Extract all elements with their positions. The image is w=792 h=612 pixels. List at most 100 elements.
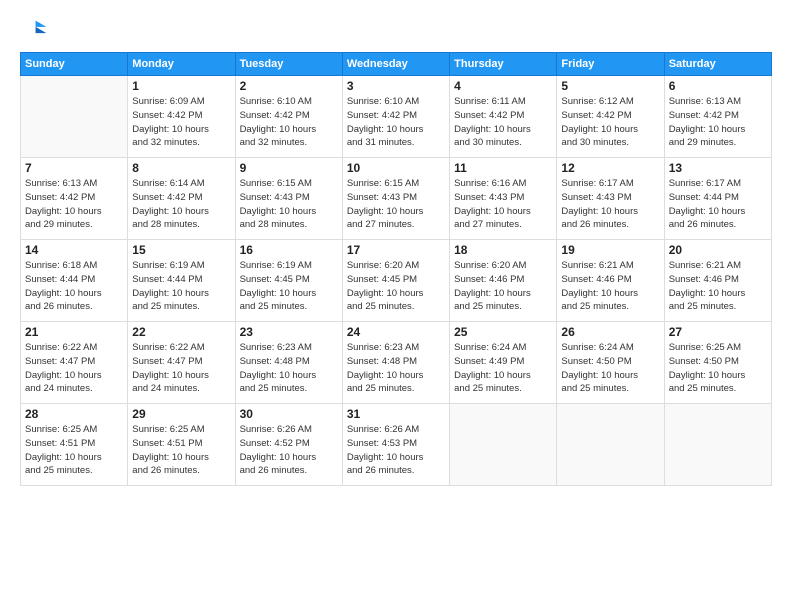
day-info: Sunrise: 6:15 AMSunset: 4:43 PMDaylight:… bbox=[240, 177, 338, 232]
day-number: 13 bbox=[669, 161, 767, 175]
day-info: Sunrise: 6:22 AMSunset: 4:47 PMDaylight:… bbox=[132, 341, 230, 396]
day-number: 5 bbox=[561, 79, 659, 93]
week-row-4: 21 Sunrise: 6:22 AMSunset: 4:47 PMDayligh… bbox=[21, 322, 772, 404]
calendar-cell bbox=[21, 76, 128, 158]
day-info: Sunrise: 6:23 AMSunset: 4:48 PMDaylight:… bbox=[347, 341, 445, 396]
day-number: 12 bbox=[561, 161, 659, 175]
day-info: Sunrise: 6:12 AMSunset: 4:42 PMDaylight:… bbox=[561, 95, 659, 150]
day-info: Sunrise: 6:23 AMSunset: 4:48 PMDaylight:… bbox=[240, 341, 338, 396]
day-info: Sunrise: 6:16 AMSunset: 4:43 PMDaylight:… bbox=[454, 177, 552, 232]
day-number: 10 bbox=[347, 161, 445, 175]
day-number: 19 bbox=[561, 243, 659, 257]
day-info: Sunrise: 6:14 AMSunset: 4:42 PMDaylight:… bbox=[132, 177, 230, 232]
day-info: Sunrise: 6:10 AMSunset: 4:42 PMDaylight:… bbox=[240, 95, 338, 150]
weekday-header-wednesday: Wednesday bbox=[342, 53, 449, 76]
calendar-cell: 14Sunrise: 6:18 AMSunset: 4:44 PMDayligh… bbox=[21, 240, 128, 322]
calendar-cell: 27Sunrise: 6:25 AMSunset: 4:50 PMDayligh… bbox=[664, 322, 771, 404]
week-row-1: 1 Sunrise: 6:09 AMSunset: 4:42 PMDaylight… bbox=[21, 76, 772, 158]
day-number: 9 bbox=[240, 161, 338, 175]
day-info: Sunrise: 6:13 AMSunset: 4:42 PMDaylight:… bbox=[669, 95, 767, 150]
day-number: 24 bbox=[347, 325, 445, 339]
weekday-header-saturday: Saturday bbox=[664, 53, 771, 76]
day-info: Sunrise: 6:19 AMSunset: 4:44 PMDaylight:… bbox=[132, 259, 230, 314]
page: SundayMondayTuesdayWednesdayThursdayFrid… bbox=[0, 0, 792, 612]
day-info: Sunrise: 6:22 AMSunset: 4:47 PMDaylight:… bbox=[25, 341, 123, 396]
day-number: 29 bbox=[132, 407, 230, 421]
weekday-header-row: SundayMondayTuesdayWednesdayThursdayFrid… bbox=[21, 53, 772, 76]
calendar-cell: 22Sunrise: 6:22 AMSunset: 4:47 PMDayligh… bbox=[128, 322, 235, 404]
calendar-cell: 1 Sunrise: 6:09 AMSunset: 4:42 PMDaylight… bbox=[128, 76, 235, 158]
calendar-cell: 20Sunrise: 6:21 AMSunset: 4:46 PMDayligh… bbox=[664, 240, 771, 322]
day-info: Sunrise: 6:21 AMSunset: 4:46 PMDaylight:… bbox=[561, 259, 659, 314]
day-info: Sunrise: 6:20 AMSunset: 4:45 PMDaylight:… bbox=[347, 259, 445, 314]
day-info: Sunrise: 6:26 AMSunset: 4:53 PMDaylight:… bbox=[347, 423, 445, 478]
calendar-cell: 24 Sunrise: 6:23 AMSunset: 4:48 PMDayligh… bbox=[342, 322, 449, 404]
weekday-header-thursday: Thursday bbox=[450, 53, 557, 76]
calendar-cell: 4 Sunrise: 6:11 AMSunset: 4:42 PMDaylight… bbox=[450, 76, 557, 158]
calendar-cell: 31 Sunrise: 6:26 AMSunset: 4:53 PMDayligh… bbox=[342, 404, 449, 486]
day-info: Sunrise: 6:11 AMSunset: 4:42 PMDaylight:… bbox=[454, 95, 552, 150]
day-info: Sunrise: 6:10 AMSunset: 4:42 PMDaylight:… bbox=[347, 95, 445, 150]
calendar-cell bbox=[450, 404, 557, 486]
calendar-cell: 21 Sunrise: 6:22 AMSunset: 4:47 PMDayligh… bbox=[21, 322, 128, 404]
day-number: 18 bbox=[454, 243, 552, 257]
calendar-cell: 29 Sunrise: 6:25 AMSunset: 4:51 PMDayligh… bbox=[128, 404, 235, 486]
day-info: Sunrise: 6:17 AMSunset: 4:44 PMDaylight:… bbox=[669, 177, 767, 232]
day-number: 15 bbox=[132, 243, 230, 257]
week-row-2: 7 Sunrise: 6:13 AMSunset: 4:42 PMDaylight… bbox=[21, 158, 772, 240]
day-number: 2 bbox=[240, 79, 338, 93]
calendar-cell: 26 Sunrise: 6:24 AMSunset: 4:50 PMDayligh… bbox=[557, 322, 664, 404]
day-info: Sunrise: 6:09 AMSunset: 4:42 PMDaylight:… bbox=[132, 95, 230, 150]
calendar-cell: 30 Sunrise: 6:26 AMSunset: 4:52 PMDayligh… bbox=[235, 404, 342, 486]
calendar-cell: 16 Sunrise: 6:19 AMSunset: 4:45 PMDayligh… bbox=[235, 240, 342, 322]
day-number: 30 bbox=[240, 407, 338, 421]
day-info: Sunrise: 6:25 AMSunset: 4:51 PMDaylight:… bbox=[25, 423, 123, 478]
day-number: 17 bbox=[347, 243, 445, 257]
day-number: 27 bbox=[669, 325, 767, 339]
weekday-header-tuesday: Tuesday bbox=[235, 53, 342, 76]
calendar-cell: 18Sunrise: 6:20 AMSunset: 4:46 PMDayligh… bbox=[450, 240, 557, 322]
calendar-cell: 9 Sunrise: 6:15 AMSunset: 4:43 PMDaylight… bbox=[235, 158, 342, 240]
day-number: 31 bbox=[347, 407, 445, 421]
day-number: 21 bbox=[25, 325, 123, 339]
calendar-cell: 17 Sunrise: 6:20 AMSunset: 4:45 PMDayligh… bbox=[342, 240, 449, 322]
weekday-header-friday: Friday bbox=[557, 53, 664, 76]
day-info: Sunrise: 6:24 AMSunset: 4:49 PMDaylight:… bbox=[454, 341, 552, 396]
logo bbox=[20, 16, 52, 44]
day-number: 25 bbox=[454, 325, 552, 339]
day-number: 4 bbox=[454, 79, 552, 93]
calendar-cell bbox=[557, 404, 664, 486]
day-number: 23 bbox=[240, 325, 338, 339]
week-row-5: 28 Sunrise: 6:25 AMSunset: 4:51 PMDayligh… bbox=[21, 404, 772, 486]
weekday-header-sunday: Sunday bbox=[21, 53, 128, 76]
day-info: Sunrise: 6:25 AMSunset: 4:51 PMDaylight:… bbox=[132, 423, 230, 478]
day-info: Sunrise: 6:19 AMSunset: 4:45 PMDaylight:… bbox=[240, 259, 338, 314]
calendar-cell: 6 Sunrise: 6:13 AMSunset: 4:42 PMDaylight… bbox=[664, 76, 771, 158]
week-row-3: 14Sunrise: 6:18 AMSunset: 4:44 PMDayligh… bbox=[21, 240, 772, 322]
day-number: 28 bbox=[25, 407, 123, 421]
calendar-cell: 2 Sunrise: 6:10 AMSunset: 4:42 PMDaylight… bbox=[235, 76, 342, 158]
day-number: 16 bbox=[240, 243, 338, 257]
day-number: 6 bbox=[669, 79, 767, 93]
weekday-header-monday: Monday bbox=[128, 53, 235, 76]
calendar-cell: 13 Sunrise: 6:17 AMSunset: 4:44 PMDayligh… bbox=[664, 158, 771, 240]
calendar-cell: 3Sunrise: 6:10 AMSunset: 4:42 PMDaylight… bbox=[342, 76, 449, 158]
calendar: SundayMondayTuesdayWednesdayThursdayFrid… bbox=[20, 52, 772, 486]
day-number: 7 bbox=[25, 161, 123, 175]
day-info: Sunrise: 6:18 AMSunset: 4:44 PMDaylight:… bbox=[25, 259, 123, 314]
calendar-cell: 11Sunrise: 6:16 AMSunset: 4:43 PMDayligh… bbox=[450, 158, 557, 240]
calendar-cell: 12Sunrise: 6:17 AMSunset: 4:43 PMDayligh… bbox=[557, 158, 664, 240]
calendar-cell: 7 Sunrise: 6:13 AMSunset: 4:42 PMDaylight… bbox=[21, 158, 128, 240]
calendar-cell: 15 Sunrise: 6:19 AMSunset: 4:44 PMDayligh… bbox=[128, 240, 235, 322]
day-number: 26 bbox=[561, 325, 659, 339]
calendar-cell: 5 Sunrise: 6:12 AMSunset: 4:42 PMDaylight… bbox=[557, 76, 664, 158]
calendar-cell: 23 Sunrise: 6:23 AMSunset: 4:48 PMDayligh… bbox=[235, 322, 342, 404]
day-number: 8 bbox=[132, 161, 230, 175]
day-info: Sunrise: 6:13 AMSunset: 4:42 PMDaylight:… bbox=[25, 177, 123, 232]
calendar-cell: 10Sunrise: 6:15 AMSunset: 4:43 PMDayligh… bbox=[342, 158, 449, 240]
day-info: Sunrise: 6:21 AMSunset: 4:46 PMDaylight:… bbox=[669, 259, 767, 314]
calendar-cell: 28 Sunrise: 6:25 AMSunset: 4:51 PMDayligh… bbox=[21, 404, 128, 486]
day-info: Sunrise: 6:26 AMSunset: 4:52 PMDaylight:… bbox=[240, 423, 338, 478]
day-number: 1 bbox=[132, 79, 230, 93]
day-info: Sunrise: 6:24 AMSunset: 4:50 PMDaylight:… bbox=[561, 341, 659, 396]
